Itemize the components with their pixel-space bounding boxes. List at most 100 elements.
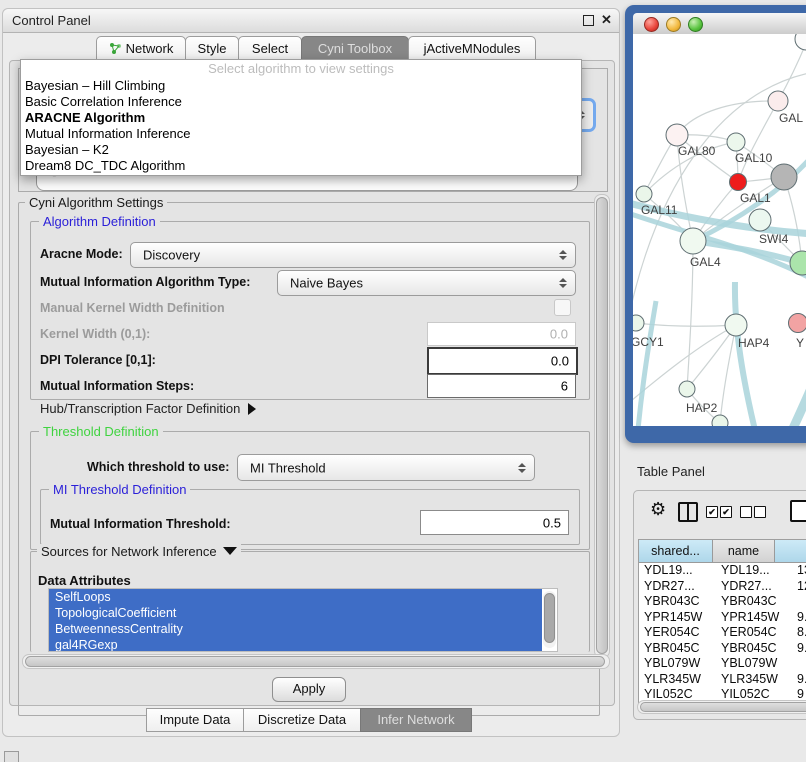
list-item[interactable]: TopologicalCoefficient — [49, 605, 542, 621]
network-node[interactable] — [789, 314, 806, 333]
algorithm-dropdown-popup: Select algorithm to view settings Bayesi… — [20, 59, 582, 176]
checked-box-icon[interactable]: ✔ — [720, 506, 732, 518]
cyni-toolbox-panel: gal-filtered sif default node Select alg… — [9, 60, 615, 706]
tab-jactivemnodules[interactable]: jActiveMNodules — [408, 36, 536, 61]
network-node[interactable] — [749, 209, 771, 231]
dropdown-item[interactable]: Bayesian – Hill Climbing — [21, 78, 581, 94]
checked-box-icon[interactable]: ✔ — [706, 506, 718, 518]
settings-vertical-scrollbar[interactable] — [594, 194, 610, 658]
float-window-icon[interactable] — [583, 15, 594, 26]
list-vertical-scrollbar[interactable] — [543, 591, 556, 648]
table-cell: YPR145W — [713, 610, 782, 626]
column-layout-icon[interactable] — [678, 502, 698, 522]
table-row[interactable]: YBL079WYBL079W — [639, 656, 806, 672]
network-node[interactable] — [680, 228, 706, 254]
table-cell: 8. — [775, 625, 806, 641]
list-item[interactable]: gal4RGexp — [49, 637, 542, 652]
table-row[interactable]: YLR345WYLR345W9. — [639, 672, 806, 688]
dropdown-item[interactable]: Bayesian – K2 — [21, 142, 581, 158]
network-node[interactable] — [795, 34, 806, 50]
unchecked-box-icon[interactable] — [740, 506, 752, 518]
unchecked-box-icon[interactable] — [754, 506, 766, 518]
network-window-titlebar[interactable] — [633, 13, 806, 35]
network-edge[interactable] — [720, 325, 736, 423]
table-cell: YDL19... — [713, 563, 782, 579]
close-icon[interactable]: ✕ — [601, 12, 612, 28]
tab-cyni-toolbox[interactable]: Cyni Toolbox — [301, 36, 409, 61]
column-header-partial[interactable] — [775, 540, 806, 563]
tab-network[interactable]: Network — [96, 36, 186, 61]
network-node[interactable] — [730, 174, 747, 191]
hub-definition-expander[interactable]: Hub/Transcription Factor Definition — [40, 401, 256, 416]
table-cell: YLR345W — [713, 672, 782, 688]
dropdown-item[interactable]: Mutual Information Inference — [21, 126, 581, 142]
scrollbar-thumb[interactable] — [544, 593, 555, 643]
network-node[interactable] — [633, 315, 644, 331]
table-cell: 9. — [775, 610, 806, 626]
tab-discretize-data[interactable]: Discretize Data — [243, 708, 361, 732]
column-header-shared-name[interactable]: shared... — [639, 540, 713, 563]
gear-icon[interactable]: ⚙ — [650, 499, 666, 520]
aracne-mode-combobox[interactable]: Discovery — [130, 242, 576, 268]
network-node[interactable] — [771, 164, 797, 190]
which-threshold-label: Which threshold to use: — [87, 460, 229, 474]
list-item[interactable]: SelfLoops — [49, 589, 542, 605]
list-item[interactable]: BetweennessCentrality — [49, 621, 542, 637]
tab-impute-data[interactable]: Impute Data — [146, 708, 244, 732]
network-node[interactable] — [727, 133, 745, 151]
network-edge[interactable] — [687, 325, 736, 389]
network-canvas[interactable]: GALGAL80GAL10GAL1GAL11GAL4SWI4GCY1HAP4YH… — [633, 34, 806, 426]
network-node[interactable] — [725, 314, 747, 336]
which-threshold-combobox[interactable]: MI Threshold — [237, 454, 535, 481]
scrollbar-thumb[interactable] — [640, 702, 806, 712]
minimize-traffic-light-icon[interactable] — [666, 17, 681, 32]
network-node[interactable] — [636, 186, 652, 202]
scrollbar-thumb[interactable] — [25, 656, 605, 667]
network-edge[interactable] — [735, 282, 764, 426]
table-row[interactable]: YPR145WYPR145W9. — [639, 610, 806, 626]
table-row[interactable]: YBR045CYBR045C9. — [639, 641, 806, 657]
node-label: GAL80 — [678, 144, 716, 158]
dock-panel-icon[interactable] — [4, 751, 19, 762]
close-traffic-light-icon[interactable] — [644, 17, 659, 32]
tab-label: Select — [252, 41, 288, 56]
panel-title: Control Panel — [12, 13, 91, 28]
tab-infer-network[interactable]: Infer Network — [360, 708, 472, 732]
settings-horizontal-scrollbar[interactable] — [22, 654, 610, 669]
node-label: GAL11 — [641, 203, 678, 217]
tab-style[interactable]: Style — [185, 36, 239, 61]
column-header-name[interactable]: name — [713, 540, 775, 563]
dpi-tolerance-label: DPI Tolerance [0,1]: — [40, 353, 156, 367]
network-view-window: GALGAL80GAL10GAL1GAL11GAL4SWI4GCY1HAP4YH… — [625, 5, 806, 443]
network-node[interactable] — [679, 381, 695, 397]
zoom-traffic-light-icon[interactable] — [688, 17, 703, 32]
mi-threshold-input[interactable]: 0.5 — [420, 510, 569, 535]
table-horizontal-scrollbar[interactable] — [637, 700, 806, 714]
table-row[interactable]: YDL19...YDL19...13 — [639, 563, 806, 579]
mi-steps-input[interactable]: 6 — [427, 374, 576, 398]
tab-label: Infer Network — [377, 712, 454, 727]
manual-kernel-checkbox[interactable] — [554, 299, 571, 316]
dropdown-item[interactable]: Dream8 DC_TDC Algorithm — [21, 158, 581, 174]
kernel-width-input[interactable]: 0.0 — [427, 322, 576, 346]
dpi-tolerance-input[interactable]: 0.0 — [427, 347, 578, 375]
table-cell: YBR043C — [639, 594, 717, 610]
apply-button[interactable]: Apply — [272, 677, 346, 702]
network-node[interactable] — [712, 415, 728, 426]
dropdown-item[interactable]: Basic Correlation Inference — [21, 94, 581, 110]
control-panel-titlebar[interactable]: Control Panel ✕ — [3, 9, 619, 33]
table-row[interactable]: YBR043CYBR043C — [639, 594, 806, 610]
network-node[interactable] — [768, 91, 788, 111]
table-cell: YDL19... — [639, 563, 717, 579]
tab-label: jActiveMNodules — [424, 41, 521, 56]
table-row[interactable]: YER054CYER054C8. — [639, 625, 806, 641]
scrollbar-thumb[interactable] — [596, 197, 608, 654]
table-row[interactable]: YDR27...YDR27...12 — [639, 579, 806, 595]
tab-select[interactable]: Select — [238, 36, 302, 61]
dropdown-item-selected[interactable]: ARACNE Algorithm — [21, 110, 581, 126]
network-edge[interactable] — [777, 372, 806, 426]
node-label: GCY1 — [633, 335, 664, 349]
page-icon[interactable] — [790, 500, 806, 522]
network-node[interactable] — [666, 124, 688, 146]
mi-algorithm-type-combobox[interactable]: Naive Bayes — [277, 270, 576, 296]
